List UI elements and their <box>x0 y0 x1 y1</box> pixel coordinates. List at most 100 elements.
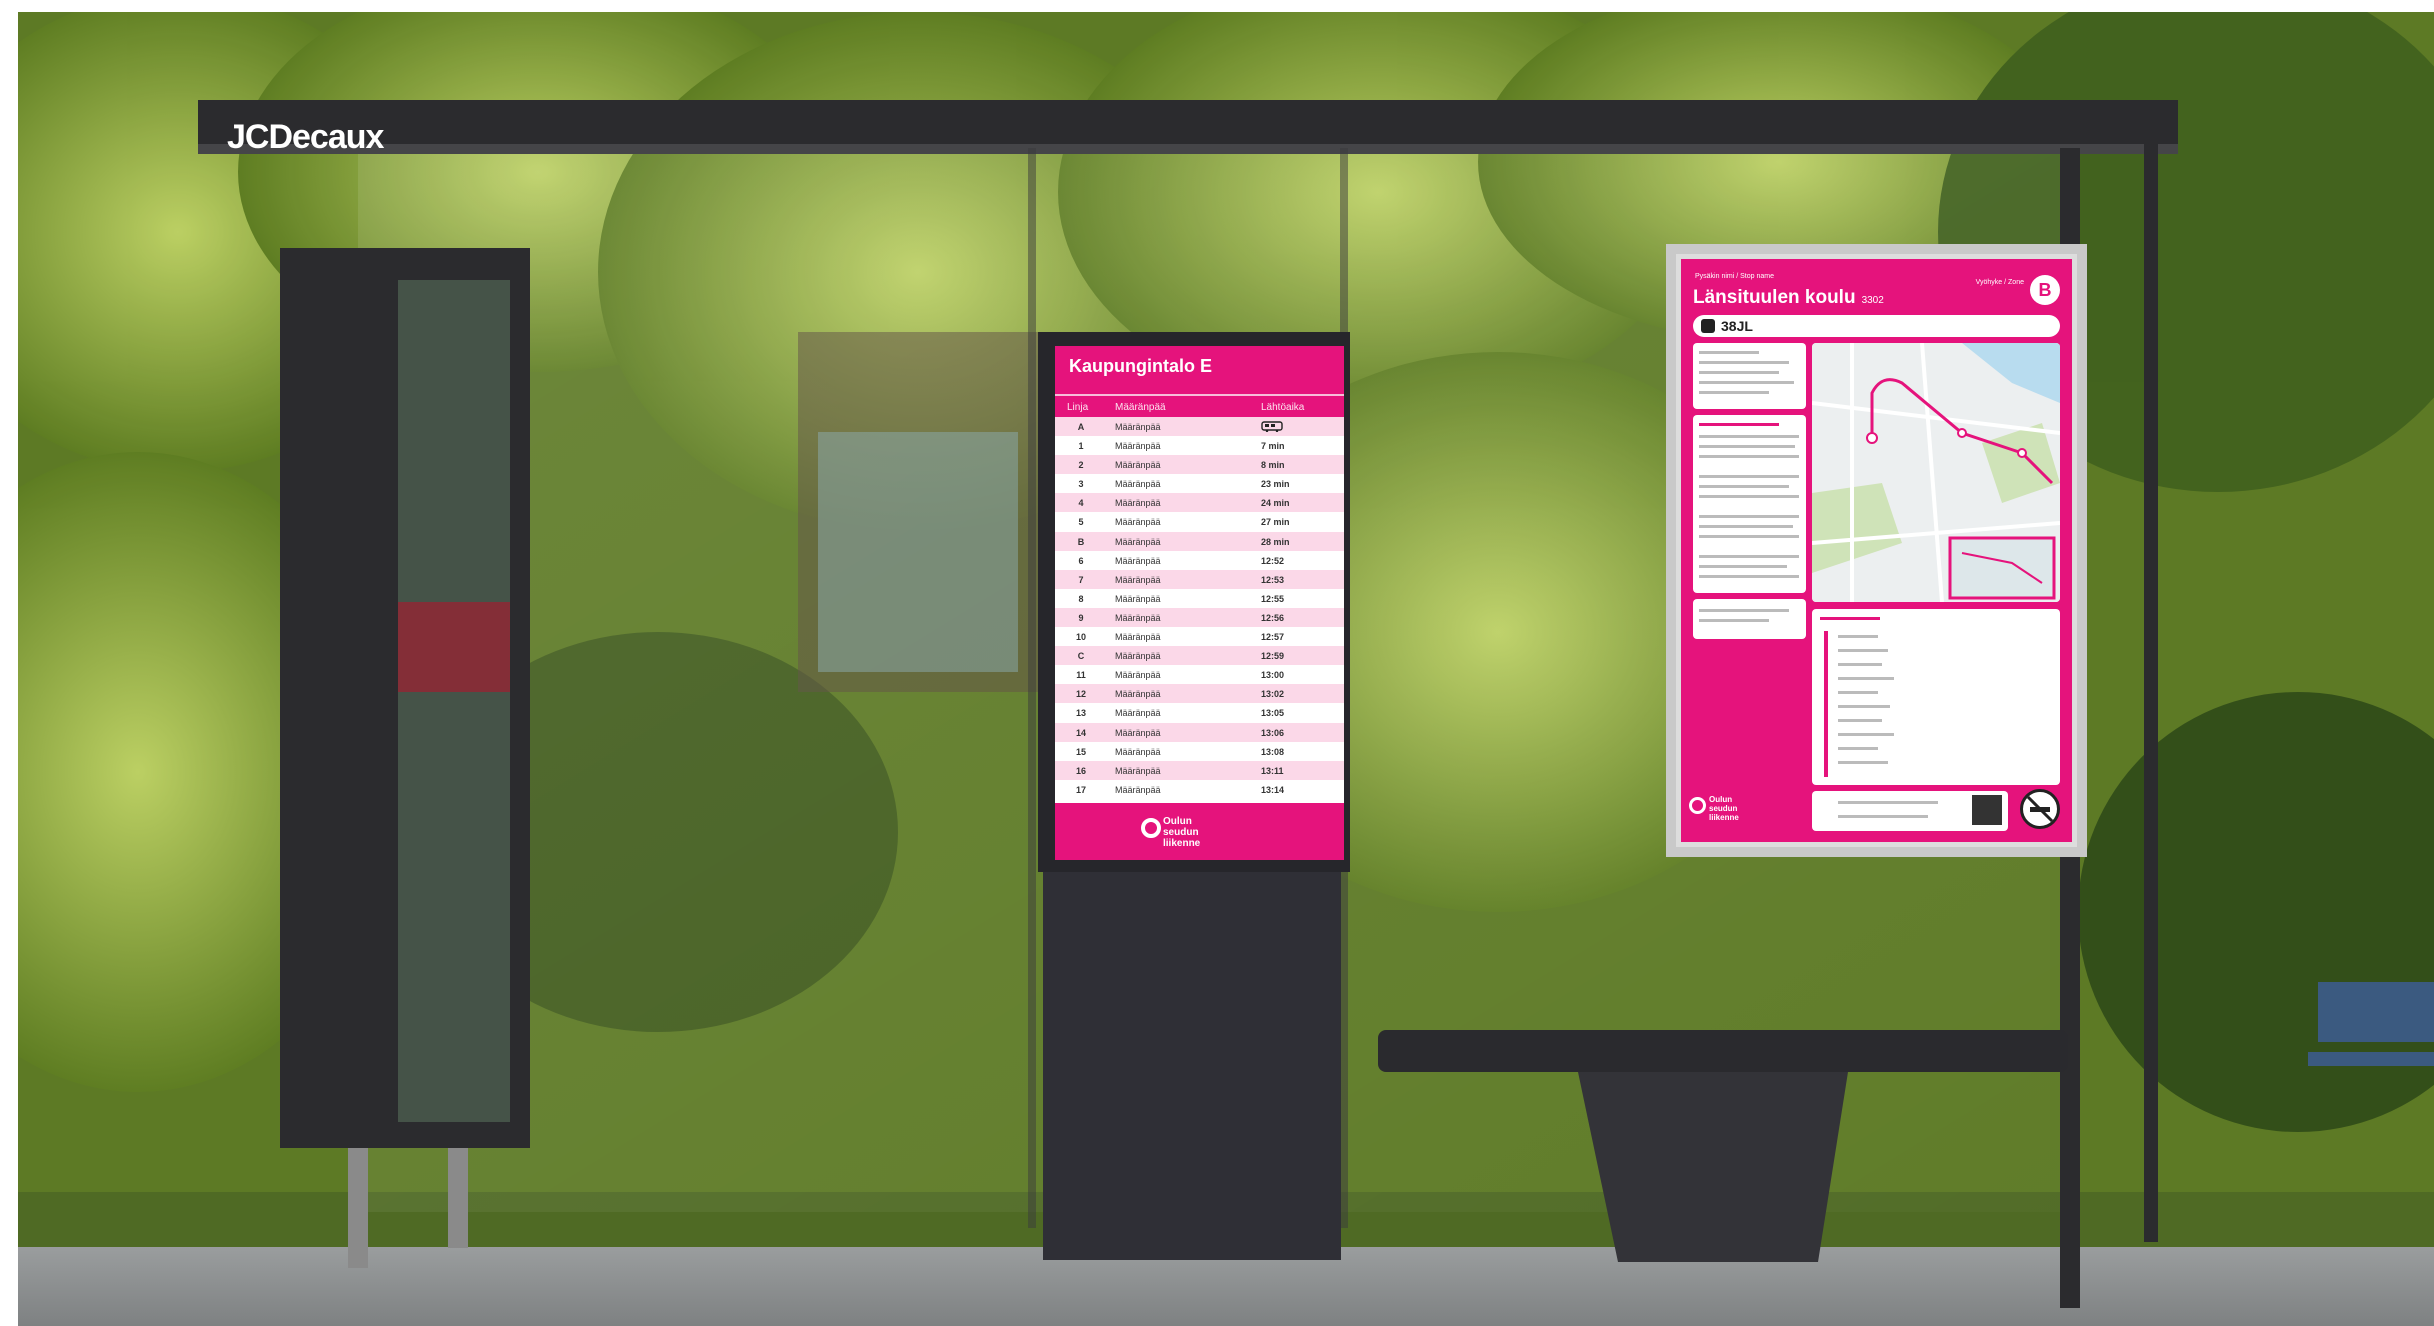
stop-name: Länsituulen koulu 3302 <box>1693 287 1884 309</box>
departure-time: 13:06 <box>1261 727 1285 738</box>
departure-time: 13:14 <box>1261 784 1285 795</box>
route-bar: 38JL <box>1693 315 2060 337</box>
brand-logo: JCDecaux <box>227 118 384 156</box>
departure-rows: A Määränpää 1 Määränpää 7 min 2 Määränpää 8 m… <box>1055 417 1344 803</box>
line-number: 9 <box>1078 612 1084 623</box>
bench-seat <box>1378 1030 2068 1072</box>
line-number: A <box>1077 422 1085 432</box>
table-row: 1 Määränpää 7 min <box>1055 436 1344 455</box>
line-number: 1 <box>1078 441 1084 452</box>
destination: Määränpää <box>1115 498 1161 509</box>
destination: Määränpää <box>1115 593 1161 604</box>
destination: Määränpää <box>1115 574 1161 585</box>
header-departure: Lähtöaika <box>1261 402 1305 413</box>
destination: Määränpää <box>1115 460 1161 471</box>
poster-logo-text-2: seudun <box>1709 804 1738 813</box>
transit-logo: Oulun seudun liikenne <box>1141 816 1201 849</box>
line-number: 2 <box>1078 460 1084 471</box>
display-base <box>1043 872 1341 1260</box>
zone-badge: B <box>2030 275 2060 305</box>
route-map <box>1812 343 2060 602</box>
line-number: B <box>1077 536 1085 547</box>
table-row: C Määränpää 12:59 <box>1055 646 1344 666</box>
destination: Määränpää <box>1115 727 1161 738</box>
bus-stop-photo: JCDecaux Kaupungintalo E Linja Määränpää… <box>18 12 2434 1326</box>
route-number: 38JL <box>1721 318 1753 334</box>
route-line-panel <box>1812 609 2060 785</box>
line-number: 5 <box>1078 517 1084 528</box>
shelter-post-back <box>2144 132 2158 1242</box>
departure-time: 13:05 <box>1261 708 1285 719</box>
logo-text-1: Oulun <box>1163 816 1192 827</box>
logo-text-3: liikenne <box>1163 838 1201 849</box>
stop-name-text: Länsituulen koulu <box>1693 287 1856 308</box>
departure-time: 12:53 <box>1261 574 1285 585</box>
destination: Määränpää <box>1115 536 1161 547</box>
destination: Määränpää <box>1115 441 1161 452</box>
departure-time: 13:08 <box>1261 746 1285 757</box>
destination: Määränpää <box>1115 422 1161 432</box>
poster-logo-icon <box>1689 797 1706 814</box>
poster-logo-text-1: Oulun <box>1709 795 1733 804</box>
departure-time: 12:55 <box>1261 593 1285 604</box>
departure-time: 28 min <box>1261 536 1290 547</box>
display-stop-title: Kaupungintalo E <box>1069 356 1212 376</box>
stop-id: 3302 <box>1861 295 1884 306</box>
table-row: 10 Määränpää 12:57 <box>1055 627 1344 646</box>
table-row: 5 Määränpää 27 min <box>1055 512 1344 531</box>
line-number: 17 <box>1075 784 1086 795</box>
contact-panel <box>1812 791 2008 831</box>
table-row: 9 Määränpää 12:56 <box>1055 607 1344 628</box>
line-number: 8 <box>1078 593 1084 604</box>
line-number: 10 <box>1075 632 1086 643</box>
destination: Määränpää <box>1115 612 1161 623</box>
zone-label: Vyöhyke / Zone <box>1975 279 2024 286</box>
departure-time: 13:02 <box>1261 689 1285 700</box>
route-map-svg <box>1812 343 2060 602</box>
line-number: C <box>1077 651 1085 662</box>
departure-time: 12:52 <box>1261 555 1285 566</box>
timetable-panel <box>1693 415 1806 593</box>
table-row: 17 Määränpää 13:14 <box>1055 780 1344 799</box>
poster-logo-text-3: liikenne <box>1709 813 1739 822</box>
shelter-roof <box>198 100 2178 148</box>
line-number: 11 <box>1076 670 1086 681</box>
line-number: 16 <box>1075 765 1086 776</box>
destination: Määränpää <box>1115 708 1161 719</box>
table-row: 8 Määränpää 12:55 <box>1055 589 1344 608</box>
destination: Määränpää <box>1115 632 1161 643</box>
table-row: 3 Määränpää 23 min <box>1055 474 1344 493</box>
departure-time: 27 min <box>1261 517 1290 528</box>
departure-time: 13:11 <box>1261 765 1284 776</box>
table-row: 4 Määränpää 24 min <box>1055 493 1344 513</box>
departure-time: 24 min <box>1261 498 1290 509</box>
destination: Määränpää <box>1115 765 1161 776</box>
departure-time: 12:59 <box>1261 651 1285 662</box>
table-row: B Määränpää 28 min <box>1055 531 1344 551</box>
no-smoking-icon <box>2020 789 2060 829</box>
departure-time: 12:57 <box>1261 632 1285 643</box>
table-row: 13 Määränpää 13:05 <box>1055 703 1344 722</box>
table-row: 14 Määränpää 13:06 <box>1055 722 1344 742</box>
table-row: 12 Määränpää 13:02 <box>1055 684 1344 704</box>
display-header-row: Linja Määränpää Lähtöaika <box>1055 394 1344 416</box>
park-bench <box>2318 982 2434 1042</box>
line-number: 15 <box>1075 746 1086 757</box>
line-number: 12 <box>1075 689 1086 700</box>
destination: Määränpää <box>1115 670 1161 681</box>
departure-time: 8 min <box>1261 460 1285 471</box>
table-row: 16 Määränpää 13:11 <box>1055 760 1344 780</box>
bench-leg <box>1578 1072 1848 1262</box>
header-destination: Määränpää <box>1115 402 1166 413</box>
line-number: 6 <box>1078 555 1084 566</box>
logo-text-2: seudun <box>1163 827 1199 838</box>
destination: Määränpää <box>1115 651 1161 662</box>
destination: Määränpää <box>1115 746 1161 757</box>
line-number: 14 <box>1075 727 1086 738</box>
table-row: 2 Määränpää 8 min <box>1055 455 1344 475</box>
departure-time: 12:56 <box>1261 612 1285 623</box>
bus-icon <box>1701 319 1715 333</box>
table-row: 15 Määränpää 13:08 <box>1055 742 1344 761</box>
departure-display: Kaupungintalo E Linja Määränpää Lähtöaik… <box>1055 346 1344 860</box>
qr-code-icon <box>1972 795 2002 825</box>
